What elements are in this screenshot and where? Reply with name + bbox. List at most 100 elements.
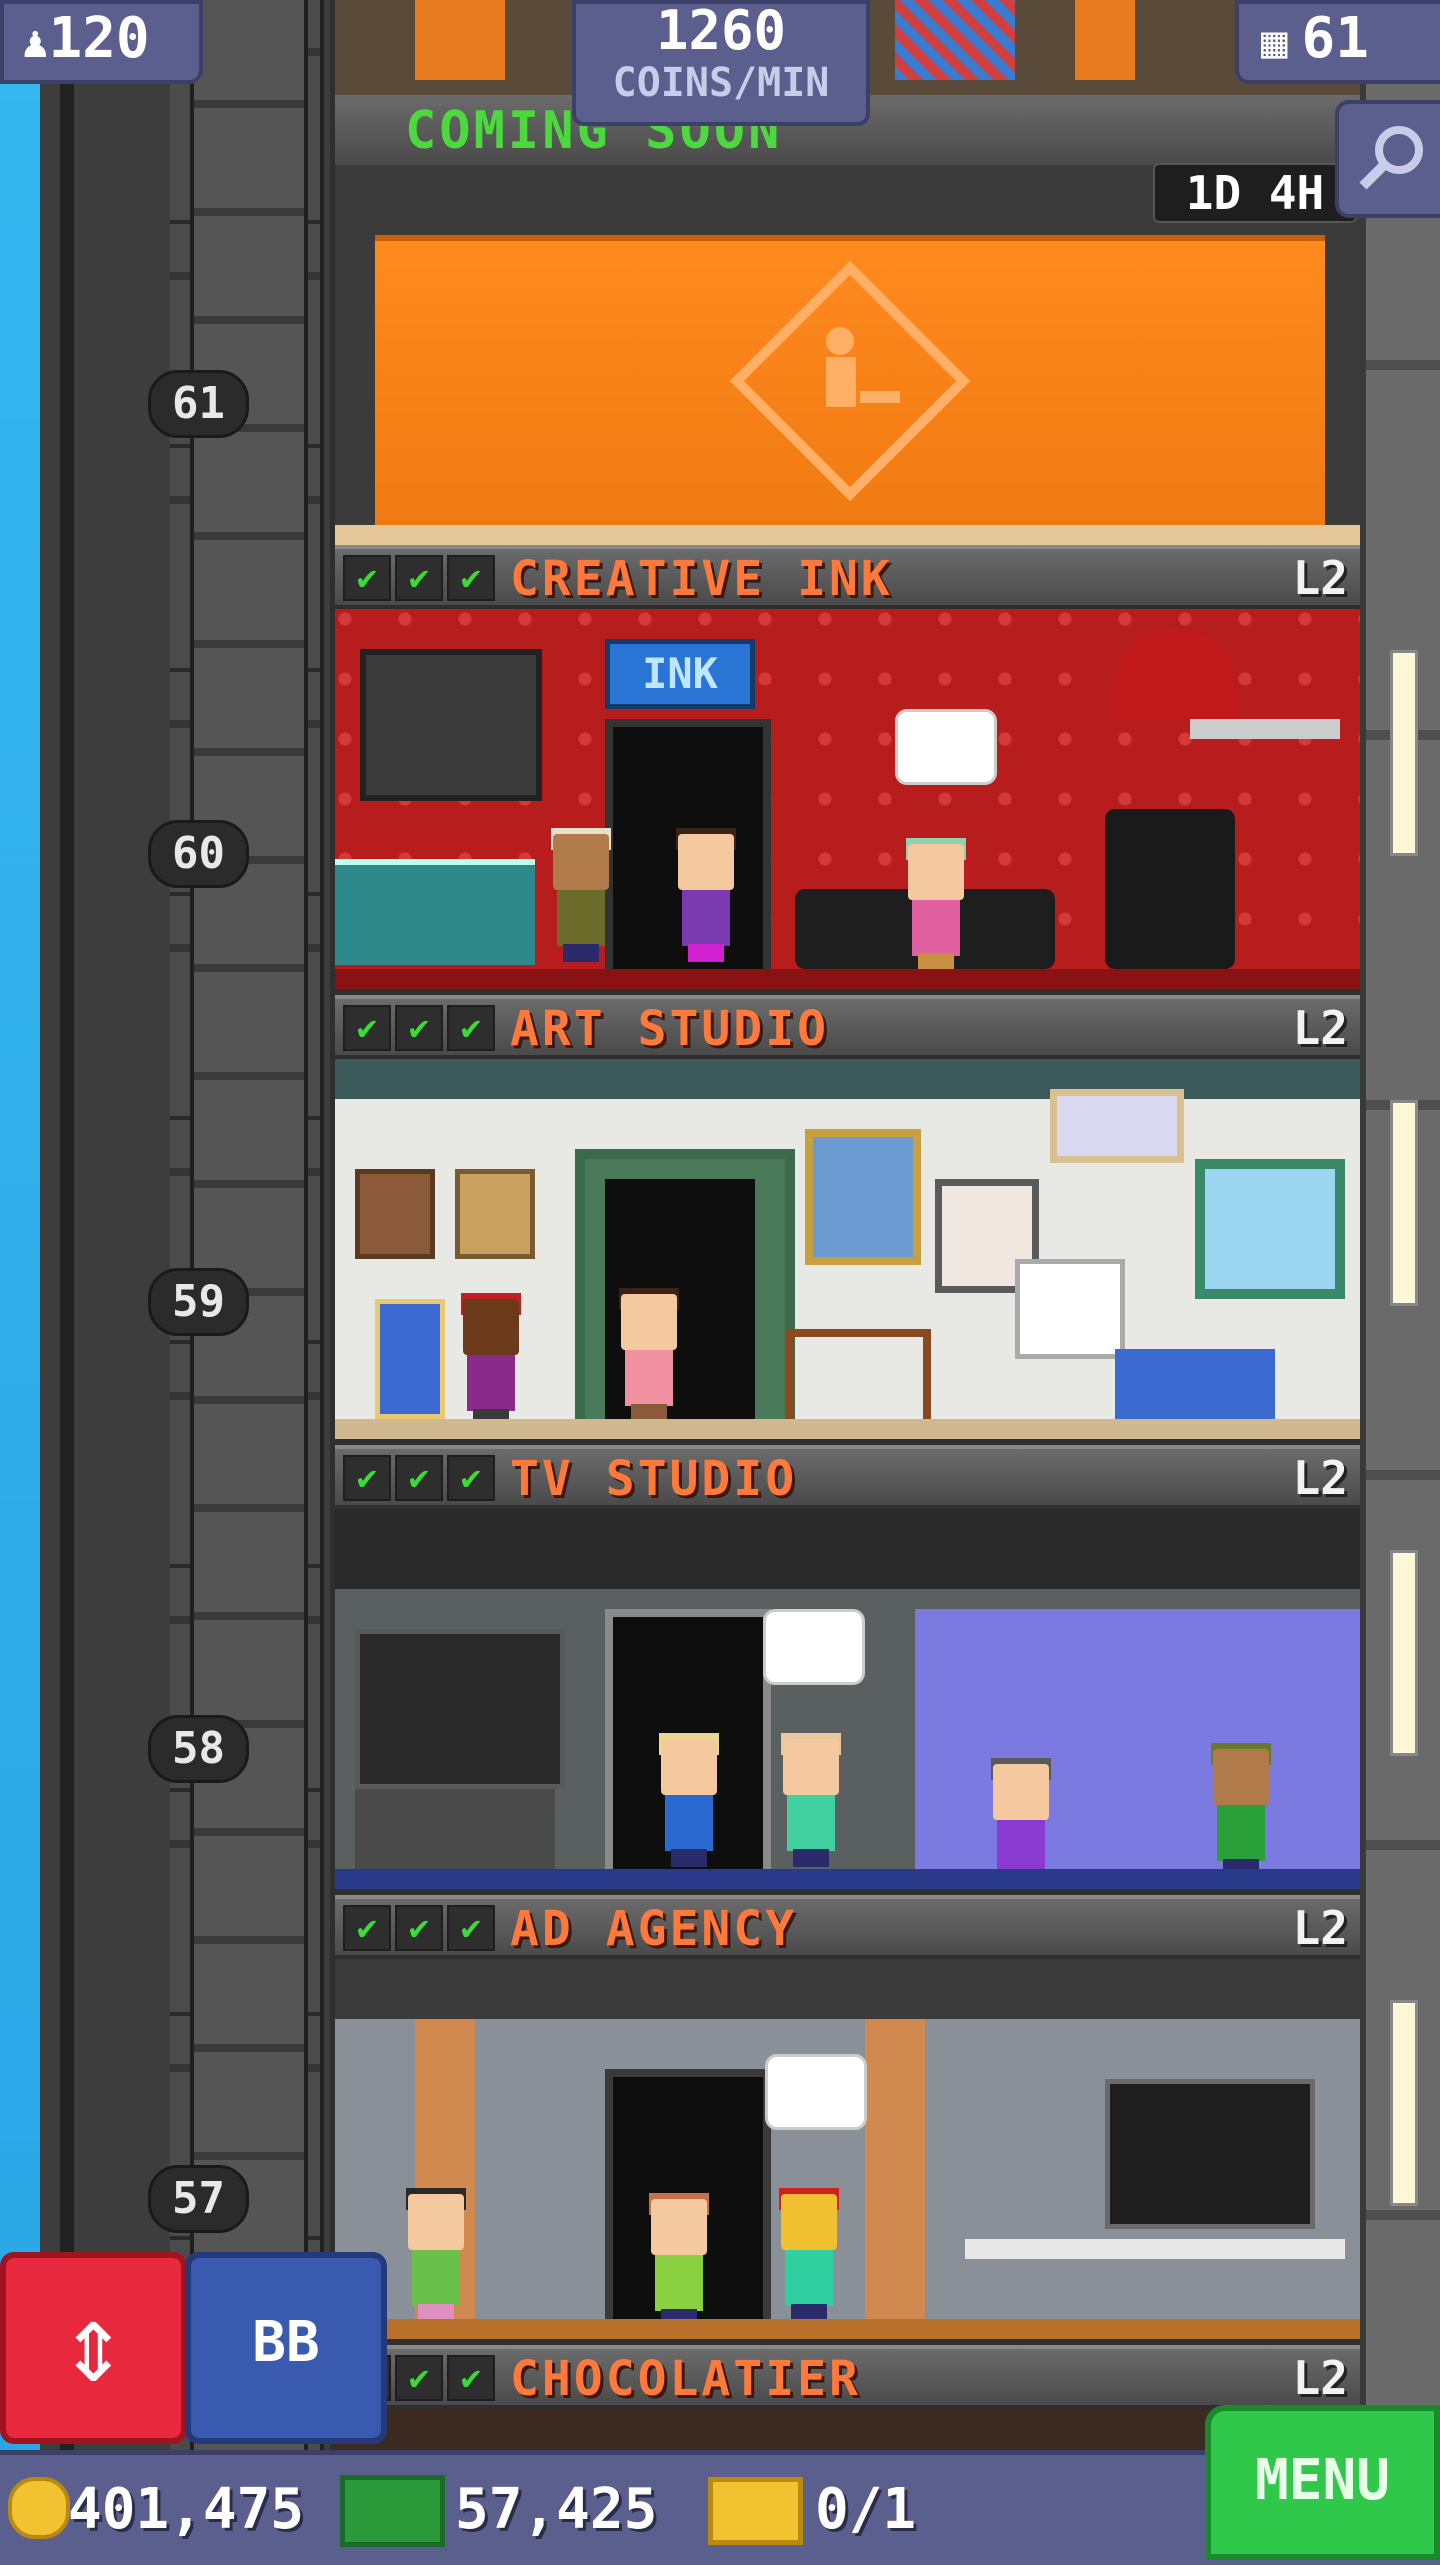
bitizen[interactable] [775,1733,845,1869]
check-icon: ✔ [343,1905,391,1951]
shaft-rail-left [60,0,74,2450]
check-icon: ✔ [343,1005,391,1051]
ticket-icon [708,2477,803,2545]
stock-checks: ✔ ✔ ✔ [343,1455,495,1501]
bitizen[interactable] [773,2188,843,2324]
monitor-wall [355,1629,565,1789]
picture-frame [1050,1089,1184,1163]
ceiling-track [335,1059,1360,1099]
floor-number-60: 60 [148,820,249,888]
floor-ad-agency[interactable]: ✔ ✔ ✔ AD AGENCY L2 [335,1895,1360,2345]
bitizen[interactable] [545,828,615,964]
green-screen-set [915,1609,1360,1869]
floor-level: L2 [1292,2351,1348,2405]
residents-counter[interactable]: ♟120 [0,0,203,84]
floor-header: ✔ ✔ ✔ AD AGENCY L2 [335,1895,1360,1959]
bux-value: 57,425 [455,2477,658,2542]
speech-bubble-icon[interactable] [763,1609,865,1685]
building-icon: ▦ [1261,17,1288,68]
check-icon: ✔ [447,555,495,601]
construction-sign-icon [730,261,970,501]
floor-level: L2 [1292,551,1348,605]
window-light [1390,1550,1418,1756]
person[interactable] [1075,0,1135,80]
floor-number-59: 59 [148,1268,249,1336]
room-interior: INK [335,609,1360,989]
picture-frame [355,1169,435,1259]
paint-cabinet [1115,1349,1275,1419]
window-light [1390,2000,1418,2206]
check-icon: ✔ [395,555,443,601]
ink-shelf [1190,719,1340,739]
picture-frame [455,1169,535,1259]
construction-floor[interactable]: COMING SOON 1D 4H [335,95,1360,545]
elevator-cable-track [190,0,308,2450]
check-icon: ✔ [343,555,391,601]
bitizen[interactable] [900,838,970,974]
bitizen[interactable] [613,1288,683,1424]
speech-bubble-icon[interactable] [765,2054,867,2130]
check-icon: ✔ [447,1455,495,1501]
easel-canvas [1015,1259,1125,1359]
bitizen[interactable] [653,1733,723,1869]
floor-number-58: 58 [148,1715,249,1783]
floor-trim [335,2319,1360,2339]
bitizen[interactable] [455,1293,525,1429]
floor-header: ✔ ✔ ✔ TV STUDIO L2 [335,1445,1360,1509]
floor-level: L2 [1292,1451,1348,1505]
floors-counter[interactable]: ▦ 61 [1235,0,1440,84]
floor-tv-studio[interactable]: ✔ ✔ ✔ TV STUDIO L2 [335,1445,1360,1895]
check-icon: ✔ [447,1905,495,1951]
floor-creative-ink[interactable]: ✔ ✔ ✔ CREATIVE INK L2 INK [335,545,1360,995]
zoom-button[interactable] [1335,100,1440,218]
check-icon: ✔ [395,2355,443,2401]
construction-tarp [375,235,1325,531]
decor [895,0,1015,80]
window [1195,1159,1345,1299]
picture-frame [375,1299,445,1419]
floor-name: AD AGENCY [510,1901,798,1957]
floor-header: ✔ ✔ ✔ CREATIVE INK L2 [335,545,1360,609]
window-light [1390,650,1418,856]
room-interior [335,1059,1360,1439]
check-icon: ✔ [447,1005,495,1051]
floor-trim [335,1419,1360,1439]
coins-rate-value: 1260 [655,0,787,62]
lighting-rig [335,1509,1360,1589]
bitizen[interactable] [1205,1743,1275,1879]
floor-level: L2 [1292,1001,1348,1055]
floor-name: TV STUDIO [510,1451,798,1507]
wood-pillar [865,2019,925,2319]
menu-button[interactable]: MENU [1205,2405,1440,2560]
bitizen[interactable] [670,828,740,964]
floor-header: ✔ ✔ ✔ CHOCOLATIER L2 [335,2345,1360,2409]
sky-background [0,0,40,2560]
ring-display-screen [1105,2079,1315,2229]
floor-name: CREATIVE INK [510,551,893,607]
conference-table [965,2239,1345,2259]
floor-art-studio[interactable]: ✔ ✔ ✔ ART STUDIO L2 [335,995,1360,1445]
coins-rate-panel[interactable]: 1260 COINS/MIN [572,0,870,126]
floors-value: 61 [1301,6,1369,71]
bitizen[interactable] [643,2193,713,2329]
floor-trim [335,1869,1360,1889]
bitbook-button[interactable]: BB [185,2252,387,2444]
bitizen[interactable] [400,2188,470,2324]
room-interior [335,1959,1360,2339]
check-icon: ✔ [343,1455,391,1501]
stock-checks: ✔ ✔ ✔ [343,1005,495,1051]
magnifier-icon [1359,126,1423,190]
speech-bubble-icon[interactable] [895,709,997,785]
coins-value: 401,475 [68,2477,305,2542]
floor-name: ART STUDIO [510,1001,829,1057]
bux-icon [340,2475,445,2547]
check-icon: ✔ [395,1455,443,1501]
floor-number-57: 57 [148,2165,249,2233]
flower-painting [805,1129,921,1265]
elevator-button[interactable]: ⇕ [0,2252,187,2444]
stock-checks: ✔ ✔ ✔ [343,555,495,601]
wall-sign [360,649,542,801]
elevator-shaft[interactable] [40,0,336,2450]
display-case [335,859,535,965]
person[interactable] [415,0,505,80]
